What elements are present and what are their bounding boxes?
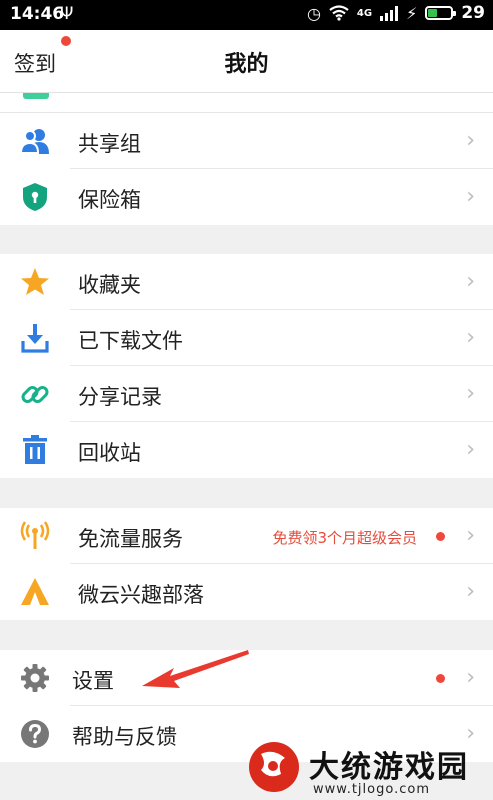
charging-icon: ⚡ bbox=[406, 3, 418, 23]
menu-item-favorites[interactable]: 收藏夹 › bbox=[0, 254, 493, 310]
menu-item-label: 回收站 bbox=[78, 441, 141, 465]
share-group-icon bbox=[20, 129, 49, 154]
network-type: 4G bbox=[356, 7, 373, 19]
menu-item-label: 收藏夹 bbox=[78, 273, 141, 297]
chevron-right-icon: › bbox=[466, 184, 475, 209]
menu-item-share-history[interactable]: 分享记录 › bbox=[0, 366, 493, 422]
menu-item-label: 微云兴趣部落 bbox=[78, 583, 204, 607]
watermark-title: 大统游戏园 bbox=[309, 750, 469, 785]
app-header: 签到 我的 bbox=[0, 30, 493, 93]
menu-item-label: 设置 bbox=[72, 669, 114, 693]
menu-item-downloads[interactable]: 已下载文件 › bbox=[0, 310, 493, 366]
annotation-arrow-icon bbox=[142, 650, 249, 688]
menu-item-label: 免流量服务 bbox=[78, 527, 183, 551]
link-icon bbox=[21, 386, 49, 403]
status-icons: ◷ 4G ⚡ 29 bbox=[307, 3, 485, 23]
status-time: 14:46 bbox=[10, 4, 65, 24]
notification-dot bbox=[436, 674, 445, 683]
usb-icon: Ψ bbox=[60, 4, 74, 24]
partial-icon bbox=[23, 93, 49, 99]
battery-icon bbox=[425, 6, 457, 20]
signal-icon bbox=[380, 5, 399, 21]
menu-item-interest-tribe[interactable]: 微云兴趣部落 › bbox=[0, 564, 493, 620]
battery-level: 29 bbox=[461, 3, 485, 23]
menu-item-label: 保险箱 bbox=[78, 188, 141, 212]
watermark-logo-icon bbox=[249, 742, 299, 792]
tent-icon bbox=[21, 578, 49, 605]
watermark: 大统游戏园 www.tjlogo.com bbox=[245, 738, 490, 800]
menu-item-share-group[interactable]: 共享组 › bbox=[0, 113, 493, 169]
checkin-badge-dot bbox=[61, 36, 71, 46]
chevron-right-icon: › bbox=[466, 665, 475, 690]
menu-item-label: 共享组 bbox=[78, 132, 141, 156]
status-bar: 14:46 Ψ ◷ 4G ⚡ 29 bbox=[0, 0, 493, 30]
chevron-right-icon: › bbox=[466, 128, 475, 153]
chevron-right-icon: › bbox=[466, 269, 475, 294]
help-icon bbox=[21, 720, 49, 748]
menu-item-recycle-bin[interactable]: 回收站 › bbox=[0, 422, 493, 478]
page-title: 我的 bbox=[224, 52, 269, 77]
star-icon bbox=[21, 268, 49, 295]
menu-item-free-data-service[interactable]: 免流量服务 免费领3个月超级会员 › bbox=[0, 508, 493, 564]
notification-dot bbox=[436, 532, 445, 541]
chevron-right-icon: › bbox=[466, 579, 475, 604]
chevron-right-icon: › bbox=[466, 325, 475, 350]
menu-item-label: 已下载文件 bbox=[78, 329, 183, 353]
alarm-icon: ◷ bbox=[306, 3, 321, 23]
menu-item-safe-box[interactable]: 保险箱 › bbox=[0, 169, 493, 225]
chevron-right-icon: › bbox=[466, 523, 475, 548]
gear-icon bbox=[21, 664, 49, 692]
chevron-right-icon: › bbox=[466, 381, 475, 406]
scrolled-item-edge bbox=[0, 93, 493, 113]
menu-item-label: 分享记录 bbox=[78, 385, 162, 409]
signal-tower-icon bbox=[20, 521, 50, 549]
chevron-right-icon: › bbox=[466, 437, 475, 462]
wifi-icon bbox=[329, 5, 349, 21]
promo-text: 免费领3个月超级会员 bbox=[272, 529, 417, 547]
watermark-url: www.tjlogo.com bbox=[313, 782, 430, 797]
safe-box-icon bbox=[23, 183, 47, 211]
download-icon bbox=[21, 324, 49, 353]
trash-icon bbox=[23, 435, 47, 464]
menu-item-label: 帮助与反馈 bbox=[72, 725, 177, 749]
